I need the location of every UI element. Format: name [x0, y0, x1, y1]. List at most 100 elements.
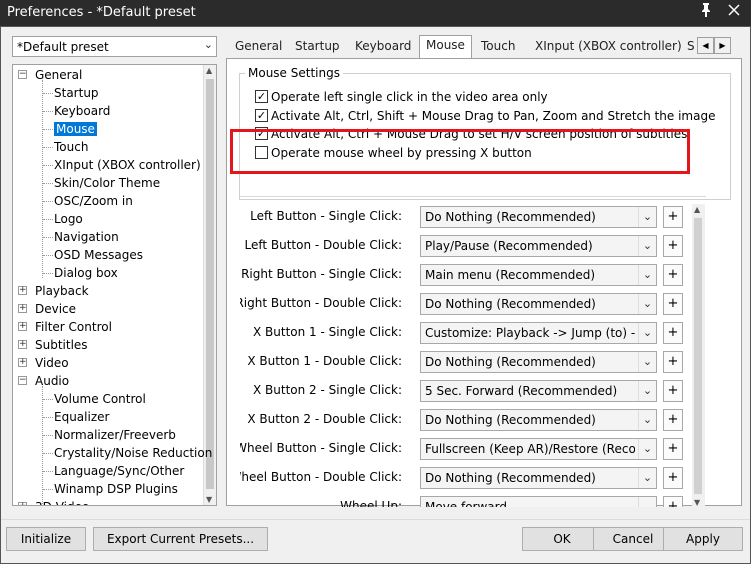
action-dropdown[interactable]: Do Nothing (Recommended) ⌄ [420, 206, 657, 228]
bottom-divider [1, 519, 750, 520]
add-action-button[interactable]: + [663, 467, 683, 489]
action-dropdown[interactable]: 5 Sec. Forward (Recommended) ⌄ [420, 380, 657, 402]
expand-icon[interactable]: + [18, 322, 27, 331]
export-presets-button[interactable]: Export Current Presets... [93, 527, 268, 551]
tab-scroll-left-icon[interactable]: ◀ [697, 37, 714, 54]
expand-icon[interactable]: + [18, 340, 27, 349]
tree-item[interactable]: Keyboard [54, 102, 110, 120]
action-value: Do Nothing (Recommended) [425, 355, 596, 369]
tree-item[interactable]: Winamp DSP Plugins [54, 480, 178, 498]
chevron-down-icon: ⌄ [638, 497, 656, 507]
add-action-button[interactable]: + [663, 206, 683, 228]
action-dropdown[interactable]: Main menu (Recommended) ⌄ [420, 264, 657, 286]
initialize-button[interactable]: Initialize [6, 527, 86, 551]
tab-scroll-right-icon[interactable]: ▶ [714, 37, 731, 54]
tree-item[interactable]: Normalizer/Freeverb [54, 426, 176, 444]
add-action-button[interactable]: + [663, 235, 683, 257]
cancel-button[interactable]: Cancel [593, 527, 673, 551]
add-action-button[interactable]: + [663, 264, 683, 286]
tree-item-label: 3D Video [35, 500, 89, 505]
pin-icon[interactable] [696, 3, 716, 21]
tree-scroll-thumb[interactable] [206, 79, 214, 489]
add-action-button[interactable]: + [663, 351, 683, 373]
action-dropdown[interactable]: Do Nothing (Recommended) ⌄ [420, 467, 657, 489]
tree-item[interactable]: Equalizer [54, 408, 109, 426]
preferences-dialog: *Default preset ⌄ ▲ ▼ General − Startup Key… [0, 26, 751, 564]
expand-icon[interactable]: + [18, 304, 27, 313]
add-action-button[interactable]: + [663, 496, 683, 507]
tree-item[interactable]: Language/Sync/Other [54, 462, 184, 480]
tree-item[interactable]: Playback [35, 282, 89, 300]
tree-item[interactable]: Skin/Color Theme [54, 174, 160, 192]
tree-item-label: Device [35, 302, 77, 316]
tab-startup[interactable]: Startup [289, 37, 346, 58]
add-action-button[interactable]: + [663, 293, 683, 315]
tree-item[interactable]: Navigation [54, 228, 119, 246]
expand-icon[interactable]: + [18, 358, 27, 367]
tree-item[interactable]: 3D Video [35, 498, 89, 505]
scroll-up-icon[interactable]: ▲ [694, 205, 700, 214]
tree-item[interactable]: Device [35, 300, 76, 318]
tree-item-label: Subtitles [35, 338, 88, 352]
action-dropdown[interactable]: Do Nothing (Recommended) ⌄ [420, 293, 657, 315]
add-action-button[interactable]: + [663, 380, 683, 402]
action-value: Do Nothing (Recommended) [425, 210, 596, 224]
tree-item-label: Volume Control [54, 392, 146, 406]
action-dropdown[interactable]: Do Nothing (Recommended) ⌄ [420, 409, 657, 431]
expand-icon[interactable]: + [18, 286, 27, 295]
mapping-label: Wheel Button - Single Click: [240, 441, 402, 455]
tree-item[interactable]: Filter Control [35, 318, 112, 336]
tree-scrollbar[interactable]: ▲ ▼ [203, 65, 216, 505]
action-dropdown[interactable]: Do Nothing (Recommended) ⌄ [420, 351, 657, 373]
tree-item-label: Mouse [54, 122, 97, 136]
ok-button[interactable]: OK [522, 527, 602, 551]
action-dropdown[interactable]: Play/Pause (Recommended) ⌄ [420, 235, 657, 257]
action-dropdown[interactable]: Fullscreen (Keep AR)/Restore (Recomme⌄ [420, 438, 657, 460]
tab-touch[interactable]: Touch [475, 37, 521, 58]
tree-connector [43, 417, 53, 418]
scroll-down-icon[interactable]: ▼ [206, 495, 212, 504]
tree-item[interactable]: Mouse [54, 120, 97, 138]
scroll-up-icon[interactable]: ▲ [206, 66, 212, 75]
add-action-button[interactable]: + [663, 409, 683, 431]
checkbox-checked[interactable]: ✓ [255, 109, 268, 122]
tree-item[interactable]: Crystality/Noise Reduction [54, 444, 212, 462]
action-dropdown[interactable]: Customize: Playback -> Jump (to) -> C ⌄ [420, 322, 657, 344]
chevron-down-icon: ⌄ [638, 468, 656, 488]
tab-mouse[interactable]: Mouse [419, 35, 472, 60]
tree-item-label: Normalizer/Freeverb [54, 428, 176, 442]
action-dropdown[interactable]: Move forward ⌄ [420, 496, 657, 507]
scroll-down-icon[interactable]: ▼ [694, 498, 700, 507]
tab-xinput-xbox-controller[interactable]: XInput (XBOX controller) [529, 37, 688, 58]
mappings-scrollbar[interactable]: ▲ ▼ [692, 204, 705, 508]
tree-item[interactable]: OSD Messages [54, 246, 143, 264]
mappings-scroll-thumb[interactable] [694, 218, 702, 494]
apply-button[interactable]: Apply [663, 527, 743, 551]
tree-item-label: OSC/Zoom in [54, 194, 133, 208]
tree-item[interactable]: OSC/Zoom in [54, 192, 133, 210]
tree-item[interactable]: Touch [54, 138, 88, 156]
expand-icon[interactable]: + [18, 502, 27, 505]
collapse-icon[interactable]: − [18, 376, 27, 385]
tree-item[interactable]: Logo [54, 210, 83, 228]
checkbox-checked[interactable]: ✓ [255, 90, 268, 103]
tree-item[interactable]: Video [35, 354, 69, 372]
option-row[interactable]: ✓ Operate left single click in the video … [255, 88, 548, 106]
tree-item[interactable]: Audio [35, 372, 69, 390]
mapping-row: Wheel Button - Double Click: Do Nothing (… [240, 467, 692, 489]
tree-item[interactable]: Subtitles [35, 336, 88, 354]
tab-general[interactable]: General [229, 37, 288, 58]
tab-keyboard[interactable]: Keyboard [349, 37, 417, 58]
category-tree[interactable]: ▲ ▼ General − Startup Keyboard Mouse Touch XIn… [12, 64, 217, 506]
collapse-icon[interactable]: − [18, 70, 27, 79]
tree-item[interactable]: Volume Control [54, 390, 146, 408]
option-row[interactable]: ✓ Activate Alt, Ctrl, Shift + Mouse Drag … [255, 107, 715, 125]
add-action-button[interactable]: + [663, 322, 683, 344]
chevron-down-icon: ⌄ [203, 38, 213, 51]
tree-item[interactable]: Dialog box [54, 264, 118, 282]
preset-dropdown[interactable]: *Default preset ⌄ [12, 36, 217, 57]
tree-item[interactable]: Startup [54, 84, 99, 102]
tree-item[interactable]: XInput (XBOX controller) [54, 156, 201, 174]
add-action-button[interactable]: + [663, 438, 683, 460]
close-icon[interactable] [724, 3, 744, 21]
